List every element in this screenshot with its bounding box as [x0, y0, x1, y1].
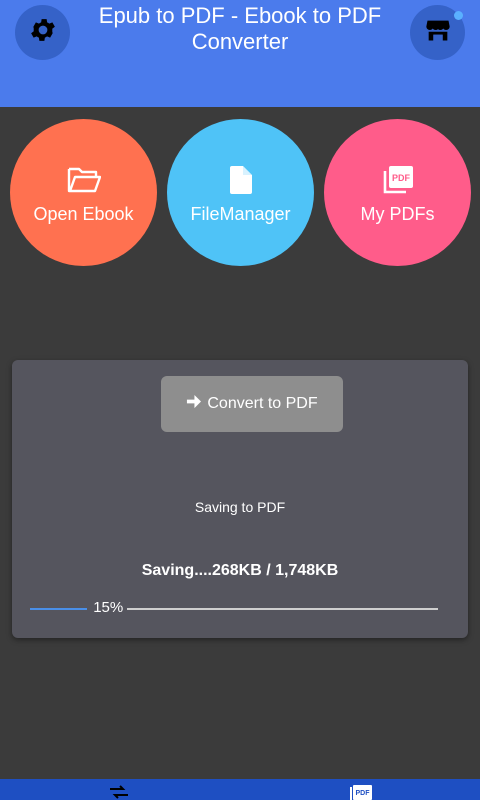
app-title: Epub to PDF - Ebook to PDF Converter — [98, 3, 382, 54]
pdf-icon: PDF — [350, 785, 372, 800]
progress-bar: 15% — [30, 599, 438, 616]
notification-dot — [454, 11, 463, 20]
file-manager-button[interactable]: FileManager — [167, 119, 314, 266]
open-ebook-label: Open Ebook — [33, 204, 134, 224]
folder-open-icon — [67, 160, 101, 194]
svg-text:PDF: PDF — [356, 790, 371, 797]
status-text: Saving to PDF — [194, 499, 286, 515]
nav-convert-tab[interactable] — [108, 785, 130, 800]
converter-card: Convert to PDF Saving to PDF Saving....2… — [12, 360, 468, 638]
nav-pdf-tab[interactable]: PDF — [350, 785, 372, 800]
bottom-nav: PDF — [0, 779, 480, 800]
app-header: Epub to PDF - Ebook to PDF Converter — [0, 0, 480, 107]
progress-size-text: Saving....268KB / 1,748KB — [141, 562, 339, 579]
progress-fill — [30, 608, 88, 610]
svg-text:PDF: PDF — [392, 173, 411, 183]
store-icon — [424, 16, 452, 49]
pdf-files-icon: PDF — [383, 160, 413, 194]
convert-button-label: Convert to PDF — [207, 395, 318, 412]
convert-arrows-icon — [108, 785, 130, 800]
progress-remaining — [127, 608, 438, 610]
settings-button[interactable] — [15, 5, 70, 60]
open-ebook-button[interactable]: Open Ebook — [10, 119, 157, 266]
arrow-right-icon — [186, 394, 202, 414]
my-pdfs-button[interactable]: PDF My PDFs — [324, 119, 471, 266]
file-manager-label: FileManager — [190, 204, 291, 224]
convert-to-pdf-button[interactable]: Convert to PDF — [161, 376, 343, 432]
my-pdfs-label: My PDFs — [360, 204, 435, 224]
progress-percent: 15% — [93, 599, 124, 616]
file-icon — [229, 160, 252, 194]
gear-icon — [28, 15, 58, 50]
